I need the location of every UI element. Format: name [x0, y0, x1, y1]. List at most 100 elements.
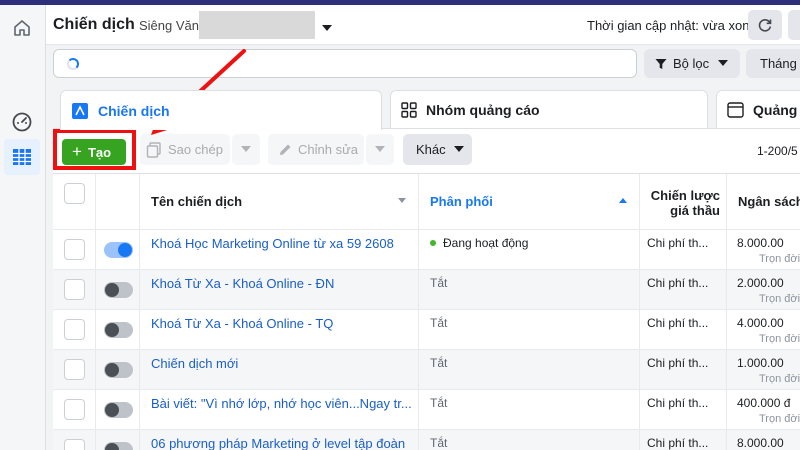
budget-value: 4.000.00: [737, 316, 784, 330]
delivery-status-text: Tắt: [430, 396, 448, 410]
row-delivery-cell: Tắt: [419, 430, 640, 450]
row-checkbox[interactable]: [64, 239, 85, 260]
column-header-delivery-label: Phân phối: [430, 194, 493, 209]
copy-icon: [146, 141, 162, 158]
campaign-name-link[interactable]: Khoá Học Marketing Online từ xa 59 2608: [151, 236, 394, 251]
row-delivery-cell: Tắt: [419, 310, 640, 349]
campaign-name-link[interactable]: Chiến dịch mới: [151, 356, 238, 371]
delivery-status: Đang hoạt động: [430, 236, 528, 250]
bid-strategy-line2: giá thầu: [670, 203, 720, 218]
account-dropdown-caret-icon[interactable]: [322, 19, 332, 37]
row-budget-cell: 8.000.00 Trọn đời: [727, 230, 800, 269]
left-nav: [0, 5, 46, 450]
table-row[interactable]: Khoá Từ Xa - Khoá Online - ĐN Tắt Chi phí …: [53, 270, 800, 310]
row-toggle-cell: [96, 350, 140, 389]
budget-value: 2.000.00: [737, 276, 784, 290]
redacted-account-block: [199, 11, 315, 39]
row-delivery-cell: Tắt: [419, 350, 640, 389]
row-delivery-cell: Tắt: [419, 270, 640, 309]
home-icon[interactable]: [9, 15, 35, 41]
pencil-icon: [278, 143, 292, 157]
campaign-name-link[interactable]: Bài viết: "Vì nhớ lớp, nhớ học viên...Ng…: [151, 396, 412, 411]
row-strategy-cell: Chi phí th...: [640, 430, 727, 450]
campaign-toggle[interactable]: [104, 402, 133, 418]
edit-dropdown-button[interactable]: [366, 134, 394, 165]
row-checkbox[interactable]: [64, 359, 85, 380]
campaign-toggle[interactable]: [104, 242, 133, 258]
row-name-cell: Khoá Từ Xa - Khoá Online - ĐN: [140, 270, 419, 309]
chevron-down-icon: [718, 60, 729, 66]
table-row[interactable]: Bài viết: "Vì nhớ lớp, nhớ học viên...Ng…: [53, 390, 800, 430]
campaign-name-link[interactable]: Khoá Từ Xa - Khoá Online - TQ: [151, 316, 333, 331]
delivery-status-text: Tắt: [430, 316, 448, 330]
refresh-button[interactable]: [748, 10, 782, 40]
table-row[interactable]: Khoá Từ Xa - Khoá Online - TQ Tắt Chi phí …: [53, 310, 800, 350]
row-checkbox[interactable]: [64, 439, 85, 450]
bid-strategy-value: Chi phí th...: [647, 436, 709, 450]
chevron-down-icon: [375, 146, 385, 152]
row-name-cell: Khoá Từ Xa - Khoá Online - TQ: [140, 310, 419, 349]
row-checkbox[interactable]: [64, 399, 85, 420]
row-check-cell: [53, 230, 96, 269]
select-all-checkbox[interactable]: [64, 183, 85, 204]
refresh-icon: [758, 19, 772, 32]
campaign-toggle[interactable]: [104, 362, 133, 378]
column-header-name[interactable]: Tên chiến dịch: [140, 174, 419, 229]
ads-manager-table-icon[interactable]: [4, 139, 40, 175]
budget-value: 8.000.00: [737, 436, 784, 450]
chevron-down-icon: [241, 146, 251, 152]
date-range-button[interactable]: Tháng n: [746, 49, 800, 78]
table-row[interactable]: Chiến dịch mới Tắt Chi phí th... 1.000.00 Tr…: [53, 350, 800, 390]
table-row[interactable]: 06 phương pháp Marketing ở level tập đoà…: [53, 430, 800, 450]
row-name-cell: Chiến dịch mới: [140, 350, 419, 389]
column-header-bid-strategy-text: Chiến lược giá thầu: [651, 188, 720, 218]
delivery-status-text: Tắt: [430, 436, 448, 450]
create-button[interactable]: + Tạo: [62, 139, 126, 165]
search-input[interactable]: [53, 49, 637, 78]
column-header-bid-strategy[interactable]: Chiến lược giá thầu: [640, 174, 727, 229]
tab-adsets-label: Nhóm quảng cáo: [426, 101, 540, 118]
row-name-cell: 06 phương pháp Marketing ở level tập đoà…: [140, 430, 419, 450]
grid-icon: [401, 101, 417, 118]
row-budget-cell: 2.000.00 Trọn đời: [727, 270, 800, 309]
create-label: Tạo: [87, 144, 112, 160]
header-more-button[interactable]: [788, 10, 800, 40]
account-name[interactable]: Siêng Văn (: [139, 18, 207, 33]
filter-button[interactable]: Bộ lọc: [644, 49, 740, 78]
column-header-delivery[interactable]: Phân phối: [419, 174, 640, 229]
funnel-icon: [655, 58, 667, 69]
campaign-toggle[interactable]: [104, 322, 133, 338]
delivery-status-text: Tắt: [430, 276, 448, 290]
column-header-name-label: Tên chiến dịch: [151, 194, 243, 209]
campaign-toggle[interactable]: [104, 282, 133, 298]
duplicate-dropdown-button[interactable]: [232, 134, 260, 165]
sort-caret-icon: [398, 198, 406, 203]
budget-type: Trọn đời: [759, 293, 800, 305]
campaign-name-link[interactable]: 06 phương pháp Marketing ở level tập đoà…: [151, 436, 405, 450]
tab-ads[interactable]: Quảng c: [716, 90, 800, 128]
more-actions-button[interactable]: Khác: [403, 134, 472, 165]
campaign-toggle[interactable]: [104, 442, 133, 450]
pagination-text: 1-200/5: [757, 144, 798, 158]
delivery-status-text: Tắt: [430, 356, 448, 370]
tab-campaigns-label: Chiến dịch: [98, 102, 170, 119]
tab-campaigns[interactable]: Chiến dịch: [60, 90, 382, 130]
row-strategy-cell: Chi phí th...: [640, 310, 727, 349]
more-actions-label: Khác: [416, 142, 446, 157]
table-row[interactable]: Khoá Học Marketing Online từ xa 59 2608 Đ…: [53, 230, 800, 270]
row-strategy-cell: Chi phí th...: [640, 230, 727, 269]
bid-strategy-value: Chi phí th...: [647, 236, 709, 250]
row-checkbox[interactable]: [64, 319, 85, 340]
duplicate-button[interactable]: Sao chép: [140, 134, 230, 165]
row-toggle-cell: [96, 270, 140, 309]
performance-gauge-icon[interactable]: [9, 109, 35, 135]
row-strategy-cell: Chi phí th...: [640, 350, 727, 389]
loading-spinner-icon: [67, 58, 79, 70]
budget-value: 400.000 đ: [737, 396, 791, 410]
edit-button[interactable]: Chỉnh sửa: [268, 134, 364, 165]
campaign-name-link[interactable]: Khoá Từ Xa - Khoá Online - ĐN: [151, 276, 334, 291]
row-checkbox[interactable]: [64, 279, 85, 300]
edit-label: Chỉnh sửa: [298, 142, 359, 157]
tab-adsets[interactable]: Nhóm quảng cáo: [390, 90, 708, 128]
column-header-budget[interactable]: Ngân sách: [727, 174, 800, 229]
